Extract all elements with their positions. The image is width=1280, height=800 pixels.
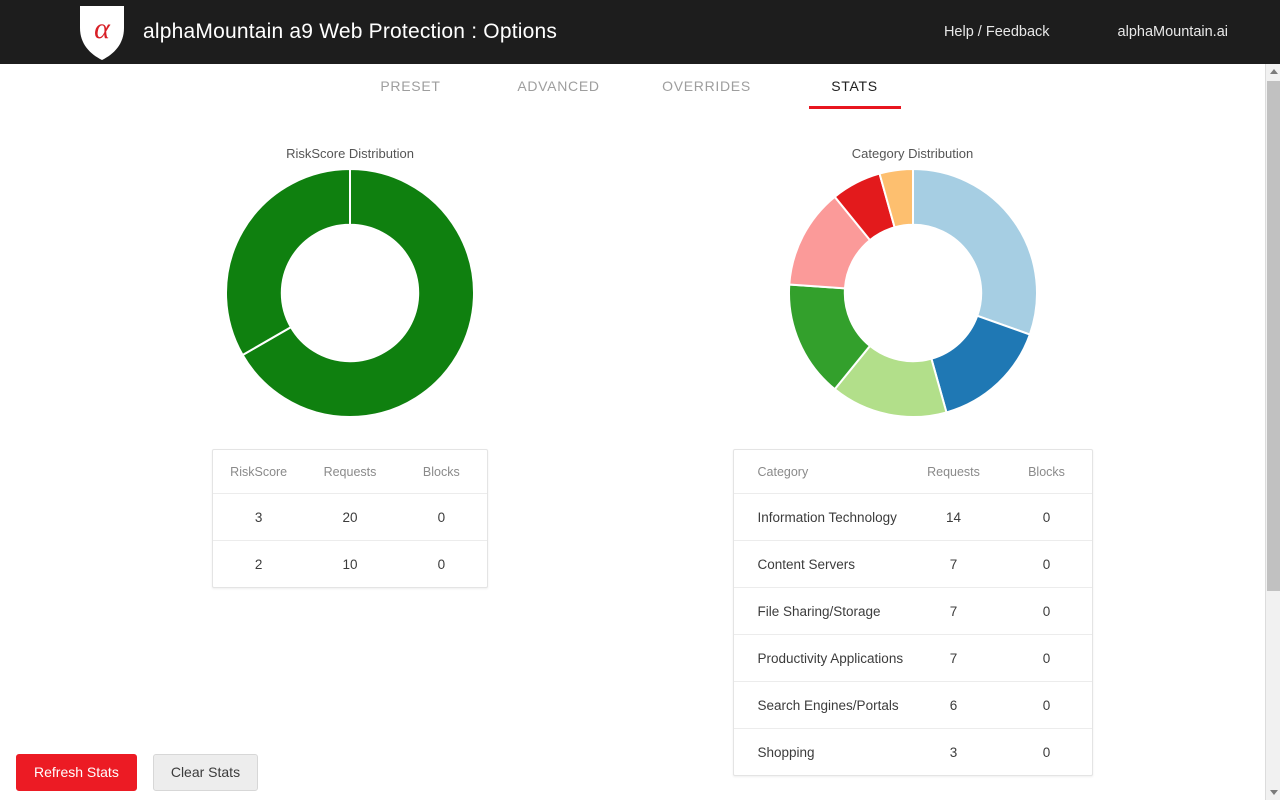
- table-row: Information Technology 14 0: [733, 493, 1092, 541]
- category-donut-chart: [560, 167, 1265, 419]
- category-table: Category Requests Blocks Information Tec…: [732, 449, 1093, 776]
- stats-content: RiskScore Distribution RiskScore Request…: [0, 114, 1265, 800]
- table-header-row: RiskScore Requests Blocks: [213, 450, 487, 494]
- table-header-row: Category Requests Blocks: [733, 450, 1092, 494]
- tab-overrides[interactable]: OVERRIDES: [661, 64, 753, 109]
- category-chart-title: Category Distribution: [851, 146, 974, 161]
- cell-requests: 10: [342, 557, 358, 572]
- cell-blocks: 0: [1042, 745, 1051, 760]
- cell-blocks: 0: [437, 557, 446, 572]
- cell-requests: 7: [905, 634, 1002, 682]
- table-row: File Sharing/Storage 7 0: [733, 587, 1092, 635]
- table-row: Shopping 3 0: [734, 729, 1092, 776]
- cell-label: Productivity Applications: [733, 634, 906, 682]
- table-row: 2 10 0: [213, 541, 487, 588]
- scroll-down-button[interactable]: [1266, 785, 1280, 800]
- riskscore-table: RiskScore Requests Blocks 3 20 0 2 10 0: [212, 449, 488, 588]
- table-row: Productivity Applications 7 0: [733, 634, 1092, 682]
- page-scrollbar[interactable]: [1265, 64, 1280, 800]
- cell-label: Content Servers: [733, 540, 906, 588]
- column-header-riskscore: RiskScore: [213, 450, 305, 494]
- cell-blocks: 0: [1001, 493, 1092, 541]
- table-row: Search Engines/Portals 6 0: [733, 681, 1092, 729]
- app-header: α alphaMountain a9 Web Protection : Opti…: [0, 0, 1280, 64]
- category-panel: Category Distribution Category Requests …: [560, 114, 1265, 776]
- svg-text:α: α: [94, 12, 111, 45]
- cell-label: 2: [254, 557, 263, 572]
- cell-label: 3: [213, 493, 305, 541]
- help-feedback-link[interactable]: Help / Feedback: [944, 24, 1050, 40]
- cell-requests: 7: [905, 540, 1002, 588]
- brand: α alphaMountain a9 Web Protection : Opti…: [76, 2, 557, 62]
- header-nav: Help / Feedback alphaMountain.ai: [944, 24, 1228, 40]
- clear-stats-button[interactable]: Clear Stats: [152, 753, 259, 791]
- scroll-up-button[interactable]: [1266, 64, 1280, 79]
- refresh-stats-button[interactable]: Refresh Stats: [16, 753, 137, 791]
- cell-label: Search Engines/Portals: [733, 681, 906, 729]
- cell-label: File Sharing/Storage: [733, 587, 906, 635]
- cell-requests: 3: [949, 745, 958, 760]
- cell-label: Information Technology: [733, 493, 906, 541]
- footer-actions: Refresh Stats Clear Stats: [16, 753, 259, 791]
- table-row: Content Servers 7 0: [733, 540, 1092, 588]
- tab-advanced[interactable]: ADVANCED: [513, 64, 605, 109]
- cell-requests: 14: [905, 493, 1002, 541]
- cell-blocks: 0: [1001, 540, 1092, 588]
- donut-segment: [225, 167, 351, 357]
- alphamountain-ai-link[interactable]: alphaMountain.ai: [1118, 24, 1228, 40]
- scrollbar-thumb[interactable]: [1267, 81, 1280, 591]
- page-title: alphaMountain a9 Web Protection : Option…: [143, 20, 558, 43]
- column-header-blocks: Blocks: [1001, 450, 1092, 494]
- tab-preset[interactable]: PRESET: [365, 64, 457, 109]
- donut-segment: [911, 167, 1038, 336]
- cell-blocks: 0: [1001, 681, 1092, 729]
- chevron-down-icon: [1269, 790, 1278, 795]
- cell-blocks: 0: [1001, 587, 1092, 635]
- cell-requests: 6: [905, 681, 1002, 729]
- tab-stats[interactable]: STATS: [808, 64, 901, 109]
- cell-blocks: 0: [395, 493, 487, 541]
- column-header-blocks: Blocks: [395, 450, 487, 494]
- table-row: 3 20 0: [213, 493, 487, 541]
- cell-requests: 20: [304, 493, 396, 541]
- column-header-requests: Requests: [304, 450, 396, 494]
- cell-blocks: 0: [1001, 634, 1092, 682]
- column-header-requests: Requests: [905, 450, 1002, 494]
- alphamountain-shield-logo-icon: α: [76, 2, 128, 62]
- chevron-up-icon: [1269, 69, 1278, 74]
- cell-label: Shopping: [757, 745, 815, 760]
- column-header-category: Category: [733, 450, 906, 494]
- cell-requests: 7: [905, 587, 1002, 635]
- donut-segment: [929, 314, 1031, 414]
- tab-bar: PRESET ADVANCED OVERRIDES STATS: [0, 64, 1265, 114]
